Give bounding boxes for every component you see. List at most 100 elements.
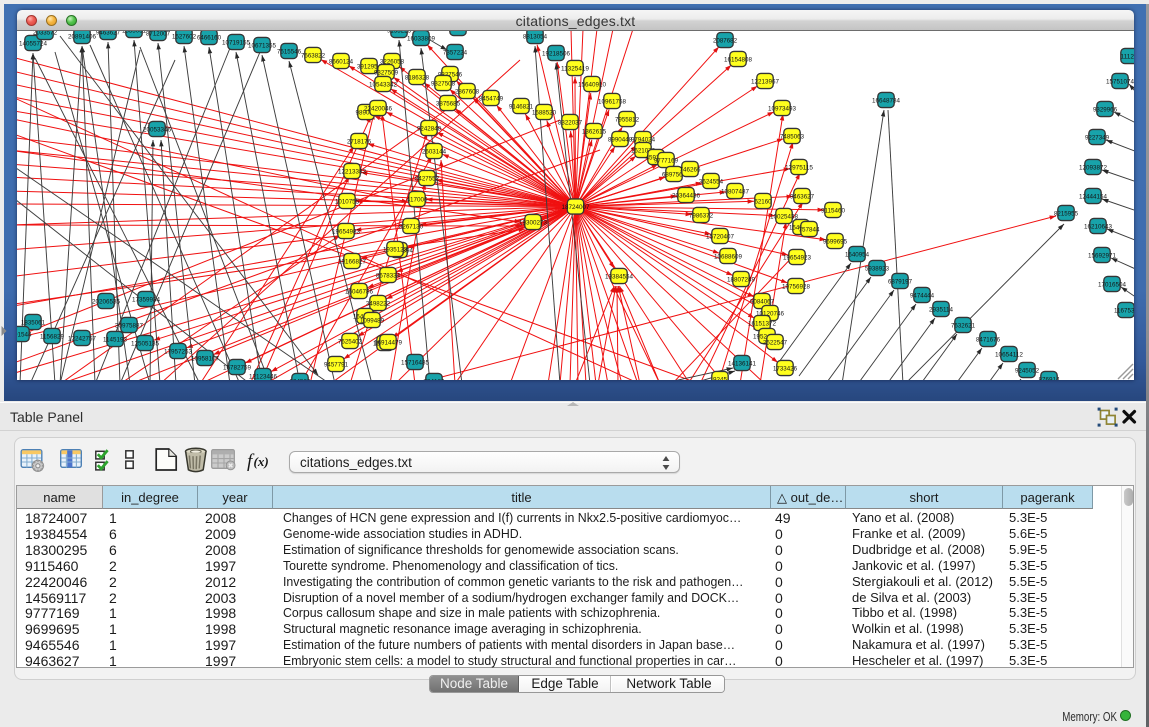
svg-text:1935123: 1935123 bbox=[383, 246, 407, 253]
svg-text:7485063: 7485063 bbox=[780, 133, 804, 140]
svg-text:9329966: 9329966 bbox=[1093, 106, 1117, 113]
svg-text:7986372: 7986372 bbox=[689, 212, 713, 219]
svg-text:1156829: 1156829 bbox=[40, 333, 64, 340]
svg-text:8712007: 8712007 bbox=[146, 31, 170, 37]
svg-text:2603144: 2603144 bbox=[422, 148, 446, 155]
svg-text:7357224: 7357224 bbox=[443, 49, 467, 56]
svg-text:3498222: 3498222 bbox=[366, 300, 390, 307]
svg-text:2718176: 2718176 bbox=[347, 138, 371, 145]
svg-text:16154808: 16154808 bbox=[724, 56, 752, 63]
svg-text:10543342: 10543342 bbox=[369, 81, 397, 88]
svg-text:17957253: 17957253 bbox=[164, 348, 192, 355]
svg-text:10756928: 10756928 bbox=[782, 283, 810, 290]
svg-text:16151372: 16151372 bbox=[748, 320, 776, 327]
svg-text:10719155: 10719155 bbox=[222, 39, 250, 46]
svg-text:18807249: 18807249 bbox=[727, 276, 755, 283]
svg-text:10958107: 10958107 bbox=[191, 355, 219, 362]
svg-text:417006: 417006 bbox=[407, 196, 428, 203]
svg-text:6466160: 6466160 bbox=[197, 34, 221, 41]
svg-text:10025438: 10025438 bbox=[770, 213, 798, 220]
svg-text:9474444: 9474444 bbox=[910, 292, 934, 299]
svg-text:8186328: 8186328 bbox=[405, 74, 429, 81]
svg-text:16782759: 16782759 bbox=[223, 364, 251, 371]
svg-text:11123: 11123 bbox=[1121, 53, 1135, 60]
svg-text:12505135: 12505135 bbox=[131, 340, 159, 347]
svg-text:8322037: 8322037 bbox=[558, 119, 582, 126]
svg-text:20891406: 20891406 bbox=[68, 33, 96, 40]
svg-text:3624554: 3624554 bbox=[699, 178, 723, 185]
svg-text:20364436: 20364436 bbox=[672, 192, 700, 199]
svg-text:812374: 812374 bbox=[448, 31, 469, 32]
svg-text:8267130: 8267130 bbox=[399, 223, 423, 230]
svg-text:7632621: 7632621 bbox=[951, 322, 975, 329]
svg-text:14055724: 14055724 bbox=[19, 40, 47, 47]
svg-text:1167534: 1167534 bbox=[1114, 307, 1134, 314]
svg-text:12213383: 12213383 bbox=[338, 168, 366, 175]
svg-text:1010755: 1010755 bbox=[335, 198, 359, 205]
svg-text:8471676: 8471676 bbox=[976, 336, 1000, 343]
svg-text:19654923: 19654923 bbox=[783, 254, 811, 261]
svg-text:20206535: 20206535 bbox=[92, 298, 120, 305]
svg-text:1527602: 1527602 bbox=[172, 33, 196, 40]
svg-text:14136141: 14136141 bbox=[728, 360, 756, 367]
svg-text:62160: 62160 bbox=[755, 198, 772, 205]
svg-text:7515546: 7515546 bbox=[277, 48, 301, 55]
svg-text:8990448: 8990448 bbox=[608, 136, 632, 143]
svg-text:9245052: 9245052 bbox=[1015, 367, 1039, 374]
svg-text:16648784: 16648784 bbox=[872, 97, 900, 104]
svg-text:16033809: 16033809 bbox=[407, 35, 435, 42]
svg-text:6879197: 6879197 bbox=[888, 278, 912, 285]
svg-text:18724007: 18724007 bbox=[562, 204, 590, 211]
svg-text:15640910: 15640910 bbox=[578, 81, 606, 88]
svg-text:746266: 746266 bbox=[680, 166, 701, 173]
svg-text:10807487: 10807487 bbox=[721, 188, 749, 195]
svg-text:2087682: 2087682 bbox=[713, 37, 737, 44]
svg-text:19654983: 19654983 bbox=[332, 228, 360, 235]
svg-text:1362615: 1362615 bbox=[582, 128, 606, 135]
svg-text:17359934: 17359934 bbox=[132, 296, 160, 303]
svg-text:8813054: 8813054 bbox=[523, 33, 547, 40]
svg-text:734126: 734126 bbox=[424, 378, 445, 380]
svg-text:9227349: 9227349 bbox=[1085, 134, 1109, 141]
svg-text:9242848: 9242848 bbox=[417, 125, 441, 132]
svg-text:22420046: 22420046 bbox=[364, 105, 392, 112]
svg-text:9699695: 9699695 bbox=[823, 238, 847, 245]
svg-text:15716485: 15716485 bbox=[401, 359, 429, 366]
svg-text:2935114: 2935114 bbox=[929, 306, 953, 313]
svg-text:12242757: 12242757 bbox=[68, 335, 96, 342]
svg-text:3875685: 3875685 bbox=[436, 100, 460, 107]
svg-text:7625402: 7625402 bbox=[338, 338, 362, 345]
svg-text:12093872: 12093872 bbox=[1079, 164, 1107, 171]
svg-text:12975115: 12975115 bbox=[785, 164, 813, 171]
svg-text:9327509: 9327509 bbox=[374, 69, 398, 76]
svg-text:2867608: 2867608 bbox=[455, 88, 479, 95]
svg-text:9245: 9245 bbox=[713, 376, 727, 380]
svg-text:12123446: 12123446 bbox=[249, 373, 277, 380]
svg-text:924502: 924502 bbox=[290, 378, 311, 380]
svg-text:10961758: 10961758 bbox=[598, 98, 626, 105]
svg-text:1640954: 1640954 bbox=[845, 251, 869, 258]
svg-text:9463627: 9463627 bbox=[96, 31, 120, 36]
svg-text:10688609: 10688609 bbox=[714, 253, 742, 260]
svg-text:15751074: 15751074 bbox=[1106, 78, 1134, 85]
svg-text:9155223: 9155223 bbox=[387, 31, 411, 34]
svg-text:7955812: 7955812 bbox=[615, 116, 639, 123]
svg-text:1145193: 1145193 bbox=[103, 336, 127, 343]
svg-text:19166827: 19166827 bbox=[338, 258, 366, 265]
svg-text:8678334: 8678334 bbox=[376, 272, 400, 279]
svg-text:8660124: 8660124 bbox=[329, 58, 353, 65]
svg-text:10671355: 10671355 bbox=[248, 42, 276, 49]
svg-text:2522547: 2522547 bbox=[763, 339, 787, 346]
svg-text:16210643: 16210643 bbox=[1084, 223, 1112, 230]
svg-text:1733426: 1733426 bbox=[773, 365, 797, 372]
svg-text:7663822: 7663822 bbox=[301, 52, 325, 59]
svg-text:9115460: 9115460 bbox=[821, 207, 845, 214]
svg-text:19300273: 19300273 bbox=[519, 219, 547, 226]
svg-text:16914479: 16914479 bbox=[374, 339, 402, 346]
svg-text:16046786: 16046786 bbox=[345, 288, 373, 295]
svg-text:8215955: 8215955 bbox=[1054, 210, 1078, 217]
svg-text:12213967: 12213967 bbox=[751, 78, 779, 85]
svg-text:11325419: 11325419 bbox=[561, 65, 589, 72]
svg-text:1588520: 1588520 bbox=[532, 109, 556, 116]
svg-text:17016504: 17016504 bbox=[1098, 281, 1126, 288]
